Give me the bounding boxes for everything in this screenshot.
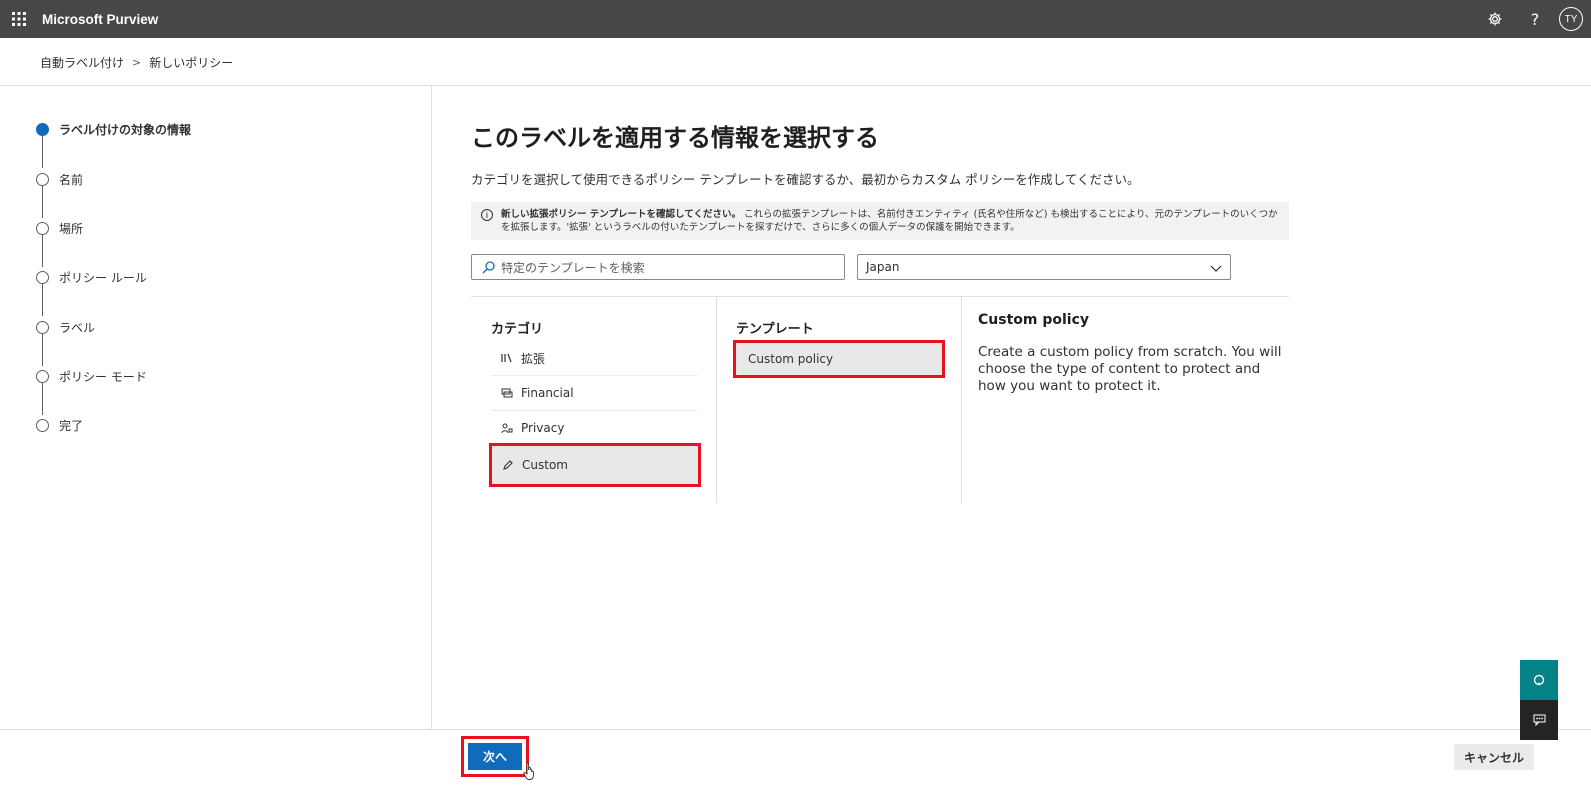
step-current-dot <box>36 123 49 136</box>
step-label: ポリシー モード <box>59 370 147 384</box>
step-connector <box>42 233 43 267</box>
divider <box>471 296 1289 297</box>
category-item-privacy[interactable]: Privacy <box>491 411 697 446</box>
step-dot <box>36 222 49 235</box>
step-label: 完了 <box>59 419 84 433</box>
step-name[interactable]: 名前 <box>36 171 83 188</box>
app-title[interactable]: Microsoft Purview <box>42 12 158 27</box>
step-info-to-label[interactable]: ラベル付けの対象の情報 <box>36 121 191 138</box>
feedback-icon[interactable] <box>1520 700 1558 740</box>
detail-description: Create a custom policy from scratch. You… <box>978 344 1282 394</box>
next-button[interactable]: 次へ <box>461 736 529 777</box>
category-label: Financial <box>521 386 574 400</box>
search-placeholder: 特定のテンプレートを検索 <box>501 260 645 275</box>
column-divider <box>961 297 962 503</box>
info-message-bar: i 新しい拡張ポリシー テンプレートを確認してください。 これらの拡張テンプレー… <box>471 202 1289 240</box>
person-lock-icon <box>491 423 521 434</box>
library-icon <box>491 353 521 363</box>
step-label-select[interactable]: ラベル <box>36 319 95 336</box>
search-input[interactable]: 特定のテンプレートを検索 <box>471 254 845 280</box>
help-icon[interactable]: ? <box>1515 0 1555 38</box>
help-chat-icon[interactable] <box>1520 660 1558 700</box>
money-icon <box>491 388 521 398</box>
step-dot <box>36 271 49 284</box>
step-label: ラベル付けの対象の情報 <box>59 123 192 137</box>
info-icon: i <box>481 209 493 221</box>
top-bar: Microsoft Purview ? TY <box>0 0 1591 38</box>
settings-icon[interactable] <box>1475 0 1515 38</box>
step-dot <box>36 173 49 186</box>
step-label: ポリシー ルール <box>59 271 147 285</box>
template-item-custom-policy[interactable]: Custom policy <box>733 340 945 378</box>
template-label: Custom policy <box>748 352 834 366</box>
step-policy-rules[interactable]: ポリシー ルール <box>36 269 147 286</box>
next-button-label: 次へ <box>468 743 522 770</box>
pencil-icon <box>492 459 522 471</box>
category-label: Custom <box>522 458 568 472</box>
hand-cursor-icon <box>523 762 537 784</box>
breadcrumb: 自動ラベル付け > 新しいポリシー <box>40 54 233 71</box>
chevron-right-icon: > <box>132 56 142 69</box>
app-launcher-icon[interactable] <box>0 0 38 38</box>
templates-header: テンプレート <box>736 322 814 337</box>
step-label: 名前 <box>59 173 84 187</box>
info-strong-text: 新しい拡張ポリシー テンプレートを確認してください。 <box>501 209 741 220</box>
category-item-financial[interactable]: Financial <box>491 376 697 411</box>
step-connector <box>42 282 43 316</box>
footer-divider <box>0 729 1591 730</box>
breadcrumb-parent[interactable]: 自動ラベル付け <box>40 54 124 71</box>
region-selected: Japan <box>866 260 900 274</box>
category-label: Privacy <box>521 421 565 435</box>
region-dropdown[interactable]: Japan <box>857 254 1231 280</box>
page-description: カテゴリを選択して使用できるポリシー テンプレートを確認するか、最初からカスタム… <box>471 172 1140 187</box>
breadcrumb-current: 新しいポリシー <box>149 56 234 70</box>
column-divider <box>716 297 717 503</box>
avatar[interactable]: TY <box>1559 7 1583 31</box>
step-policy-mode[interactable]: ポリシー モード <box>36 368 147 385</box>
category-label: 拡張 <box>521 351 546 366</box>
step-finish[interactable]: 完了 <box>36 417 83 434</box>
step-connector <box>42 381 43 415</box>
step-connector <box>42 184 43 218</box>
step-connector <box>42 332 43 366</box>
cancel-button[interactable]: キャンセル <box>1454 744 1534 770</box>
step-location[interactable]: 場所 <box>36 220 83 237</box>
search-icon <box>482 260 495 274</box>
detail-title: Custom policy <box>978 312 1090 328</box>
wizard-steps: ラベル付けの対象の情報 名前 場所 ポリシー ルール ラベル ポリシー モード … <box>0 86 432 730</box>
category-item-custom[interactable]: Custom <box>489 443 701 487</box>
page-title: このラベルを適用する情報を選択する <box>471 124 879 152</box>
step-dot <box>36 321 49 334</box>
step-dot <box>36 419 49 432</box>
chevron-down-icon <box>1210 262 1222 276</box>
step-label: 場所 <box>59 222 84 236</box>
categories-header: カテゴリ <box>491 322 544 337</box>
step-connector <box>42 134 43 168</box>
category-item-enhanced[interactable]: 拡張 <box>491 341 697 376</box>
step-label: ラベル <box>59 321 96 335</box>
step-dot <box>36 370 49 383</box>
